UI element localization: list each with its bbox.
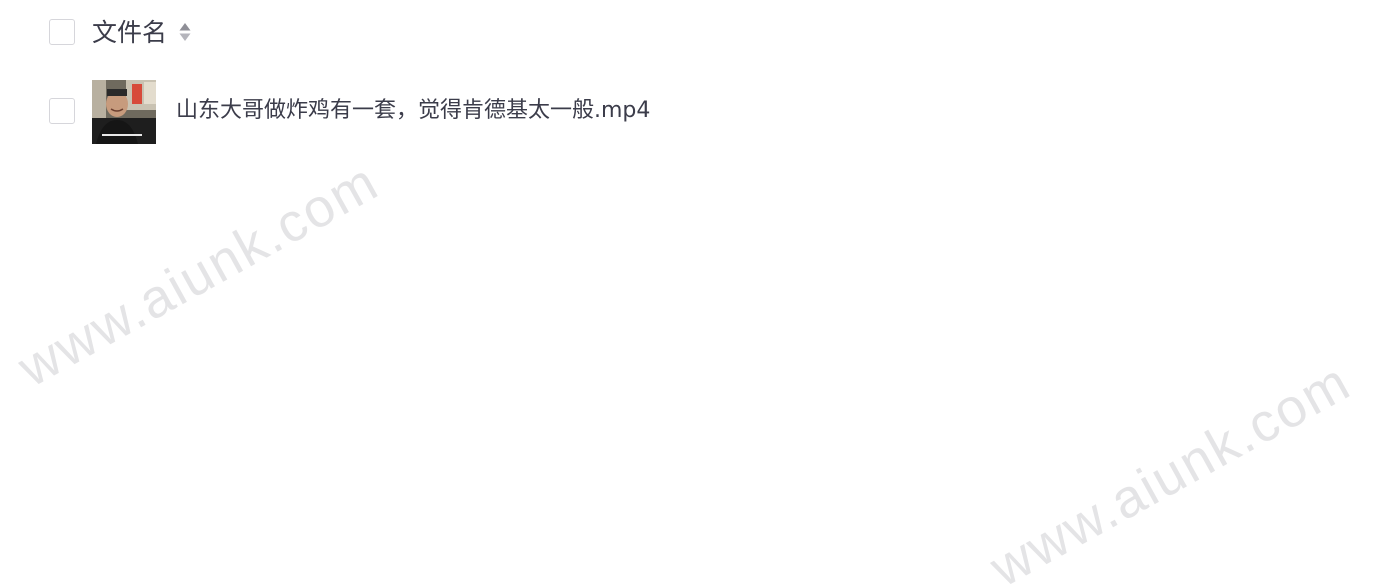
file-row-checkbox[interactable]: [49, 98, 75, 124]
select-all-checkbox[interactable]: [49, 19, 75, 45]
column-title-filename[interactable]: 文件名: [92, 16, 167, 50]
file-name-link[interactable]: 山东大哥做炸鸡有一套，觉得肯德基太一般.mp4: [176, 94, 650, 128]
watermark: www.aiunk.com: [8, 151, 389, 399]
sort-caret-up-down-icon[interactable]: [178, 21, 192, 43]
video-thumbnail[interactable]: [92, 80, 156, 144]
file-list-page: 文件名 山东大哥做炸鸡有一套，觉得肯德基太一般.mp4 www.aiunk.co…: [0, 0, 1384, 588]
watermark: www.aiunk.com: [980, 351, 1361, 588]
